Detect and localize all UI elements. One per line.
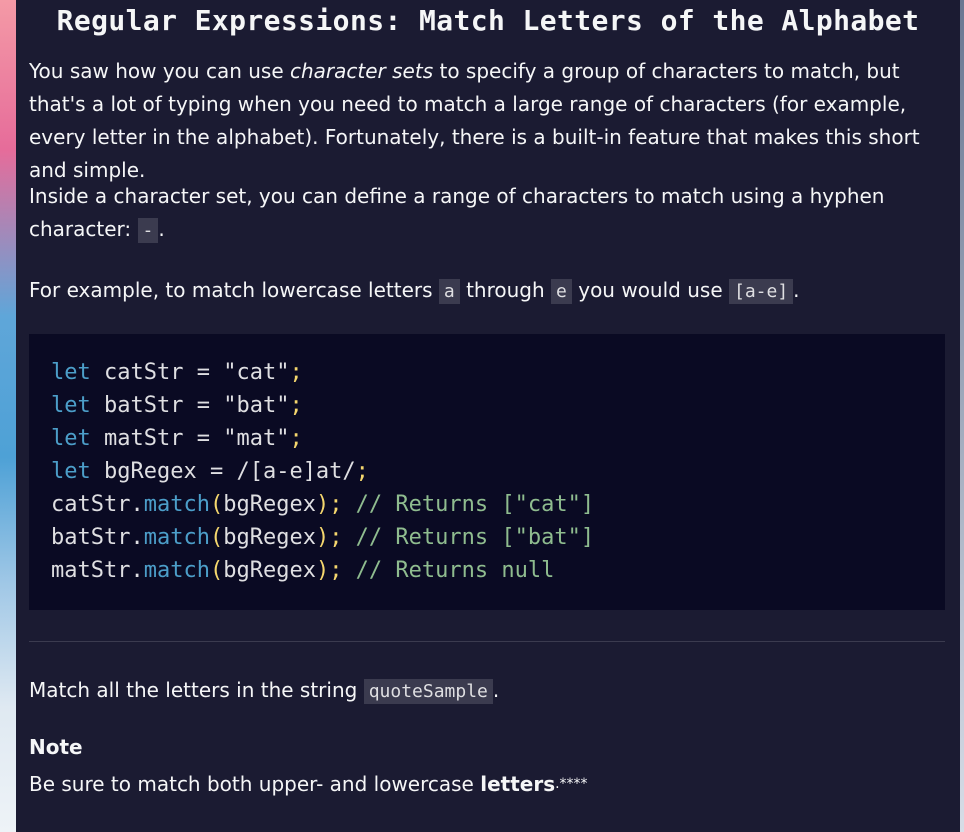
code-token: ( bbox=[209, 525, 224, 550]
code-token: ; bbox=[289, 360, 303, 385]
code-token: ; bbox=[355, 459, 369, 484]
code-line: let batStr = "bat"; bbox=[51, 389, 945, 422]
code-token: // Returns null bbox=[342, 558, 555, 583]
code-line: catStr.match(bgRegex); // Returns ["cat"… bbox=[51, 488, 945, 521]
example-text-b: through bbox=[459, 278, 552, 302]
intro-paragraph: You saw how you can use character sets t… bbox=[29, 55, 950, 187]
lesson-panel: Regular Expressions: Match Letters of th… bbox=[16, 0, 960, 832]
code-token: bgRegex bbox=[223, 492, 316, 517]
hyphen-code: - bbox=[137, 218, 159, 243]
code-token: . bbox=[130, 525, 144, 550]
note-text: Be sure to match both upper- and lowerca… bbox=[29, 772, 481, 796]
code-token: catStr bbox=[51, 492, 131, 517]
code-token: let bbox=[51, 426, 91, 451]
example-text-d: . bbox=[793, 278, 800, 302]
code-token: // Returns ["cat"] bbox=[342, 492, 595, 517]
code-token: bgRegex bbox=[223, 525, 316, 550]
code-token: = bbox=[209, 459, 224, 484]
code-line: let matStr = "mat"; bbox=[51, 422, 945, 455]
code-token: ( bbox=[209, 558, 224, 583]
code-token: = bbox=[196, 426, 210, 451]
code-token: let bbox=[51, 459, 91, 484]
code-token: ) bbox=[315, 558, 330, 583]
example-text-a: For example, to match lowercase letters bbox=[29, 278, 439, 302]
code-token: "mat" bbox=[223, 426, 290, 451]
range-paragraph: Inside a character set, you can define a… bbox=[29, 180, 950, 247]
code-line: let catStr = "cat"; bbox=[51, 356, 945, 389]
code-a: a bbox=[438, 279, 460, 304]
divider bbox=[29, 641, 945, 642]
code-token: match bbox=[143, 558, 210, 583]
code-token: match bbox=[143, 525, 210, 550]
code-line: matStr.match(bgRegex); // Returns null bbox=[51, 554, 945, 587]
code-token: bgRegex bbox=[223, 558, 316, 583]
lesson-title: Regular Expressions: Match Letters of th… bbox=[56, 4, 920, 37]
range-text-end: . bbox=[158, 217, 165, 241]
code-token: ; bbox=[289, 393, 303, 418]
code-token: ) bbox=[315, 525, 330, 550]
note-bold: letters bbox=[480, 772, 556, 796]
code-token: ; bbox=[329, 558, 343, 583]
code-token: = bbox=[196, 360, 210, 385]
code-token: matStr bbox=[90, 426, 197, 451]
quote-sample-code: quoteSample bbox=[363, 679, 493, 704]
character-sets-emphasis: character sets bbox=[290, 59, 434, 83]
code-token: let bbox=[51, 360, 91, 385]
intro-text-start: You saw how you can use bbox=[29, 59, 290, 83]
code-line: batStr.match(bgRegex); // Returns ["bat"… bbox=[51, 521, 945, 554]
code-token: . bbox=[130, 492, 144, 517]
instructions-text: Match all the letters in the string bbox=[29, 678, 364, 702]
example-paragraph: For example, to match lowercase letters … bbox=[29, 274, 950, 308]
code-token: match bbox=[143, 492, 210, 517]
code-token: ; bbox=[329, 492, 343, 517]
instructions-paragraph: Match all the letters in the string quot… bbox=[29, 674, 950, 708]
code-token: /[a-e]at/ bbox=[223, 459, 356, 484]
code-token: "cat" bbox=[223, 360, 290, 385]
code-token: bgRegex bbox=[90, 459, 210, 484]
code-token: // Returns ["bat"] bbox=[342, 525, 595, 550]
code-token: matStr bbox=[51, 558, 131, 583]
example-text-c: you would use bbox=[571, 278, 729, 302]
code-e: e bbox=[551, 279, 572, 304]
note-title: Note bbox=[29, 735, 83, 759]
instructions-end: . bbox=[492, 678, 500, 702]
note-end: .**** bbox=[555, 776, 588, 792]
code-token: ) bbox=[315, 492, 330, 517]
code-token: ; bbox=[329, 525, 343, 550]
code-token: . bbox=[130, 558, 144, 583]
window-edge bbox=[960, 0, 964, 832]
code-token: ; bbox=[289, 426, 303, 451]
code-token: let bbox=[51, 393, 91, 418]
code-token: "bat" bbox=[223, 393, 290, 418]
code-range: [a-e] bbox=[728, 279, 794, 304]
code-token: ( bbox=[209, 492, 224, 517]
code-token: = bbox=[196, 393, 210, 418]
code-line: let bgRegex = /[a-e]at/; bbox=[51, 455, 945, 488]
code-token: batStr bbox=[51, 525, 131, 550]
note-paragraph: Be sure to match both upper- and lowerca… bbox=[29, 768, 950, 801]
code-token: batStr bbox=[90, 393, 197, 418]
code-token: catStr bbox=[90, 360, 197, 385]
code-example-block: let catStr = "cat"; let batStr = "bat"; le… bbox=[29, 334, 945, 610]
